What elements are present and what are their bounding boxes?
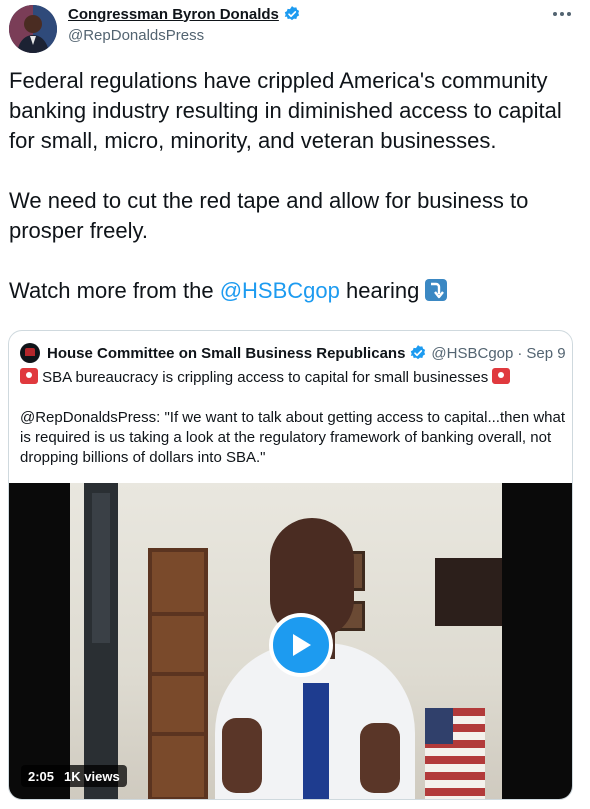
video-player[interactable]: 2:05 1K views	[9, 483, 572, 799]
right-arrow-curving-down-emoji-icon	[425, 279, 448, 301]
quoted-tweet[interactable]: House Committee on Small Business Republ…	[8, 330, 573, 800]
author-avatar[interactable]	[9, 5, 57, 53]
author-name-row: Congressman Byron Donalds	[68, 5, 301, 23]
quoted-headline: SBA bureaucracy is crippling access to c…	[42, 369, 489, 386]
more-options-icon[interactable]	[548, 4, 576, 24]
quoted-tweet-text: SBA bureaucracy is crippling access to c…	[20, 368, 565, 468]
quoted-tweet-header: House Committee on Small Business Republ…	[20, 343, 566, 363]
play-button[interactable]	[269, 613, 333, 677]
verified-badge-icon	[283, 5, 301, 23]
tweet-text: Federal regulations have crippled Americ…	[9, 66, 581, 306]
quoted-headline-line: SBA bureaucracy is crippling access to c…	[20, 368, 565, 388]
author-handle[interactable]: @RepDonaldsPress	[68, 27, 204, 44]
police-light-emoji-icon	[492, 368, 511, 384]
quoted-separator: ·	[517, 344, 523, 362]
quoted-body: @RepDonaldsPress: "If we want to talk ab…	[20, 409, 566, 466]
quoted-author-name[interactable]: House Committee on Small Business Republ…	[47, 345, 405, 362]
play-icon	[293, 634, 311, 656]
verified-badge-icon	[409, 344, 427, 362]
quoted-author-avatar[interactable]	[20, 343, 40, 363]
video-meta: 2:05 1K views	[21, 765, 127, 787]
tweet-paragraph-2: We need to cut the red tape and allow fo…	[9, 188, 535, 243]
watch-prefix: Watch more from the	[9, 278, 220, 303]
police-light-emoji-icon	[20, 368, 38, 384]
quoted-author-handle[interactable]: @HSBCgop	[431, 345, 513, 362]
tweet: Congressman Byron Donalds @RepDonaldsPre…	[0, 0, 590, 809]
mention-link[interactable]: @HSBCgop	[220, 278, 340, 303]
tweet-paragraph-1: Federal regulations have crippled Americ…	[9, 68, 568, 153]
watch-suffix: hearing	[339, 278, 426, 303]
quoted-date[interactable]: Sep 9	[526, 345, 565, 362]
author-name[interactable]: Congressman Byron Donalds	[68, 6, 279, 23]
video-duration: 2:05	[28, 768, 55, 784]
video-views: 1K views	[64, 768, 120, 784]
